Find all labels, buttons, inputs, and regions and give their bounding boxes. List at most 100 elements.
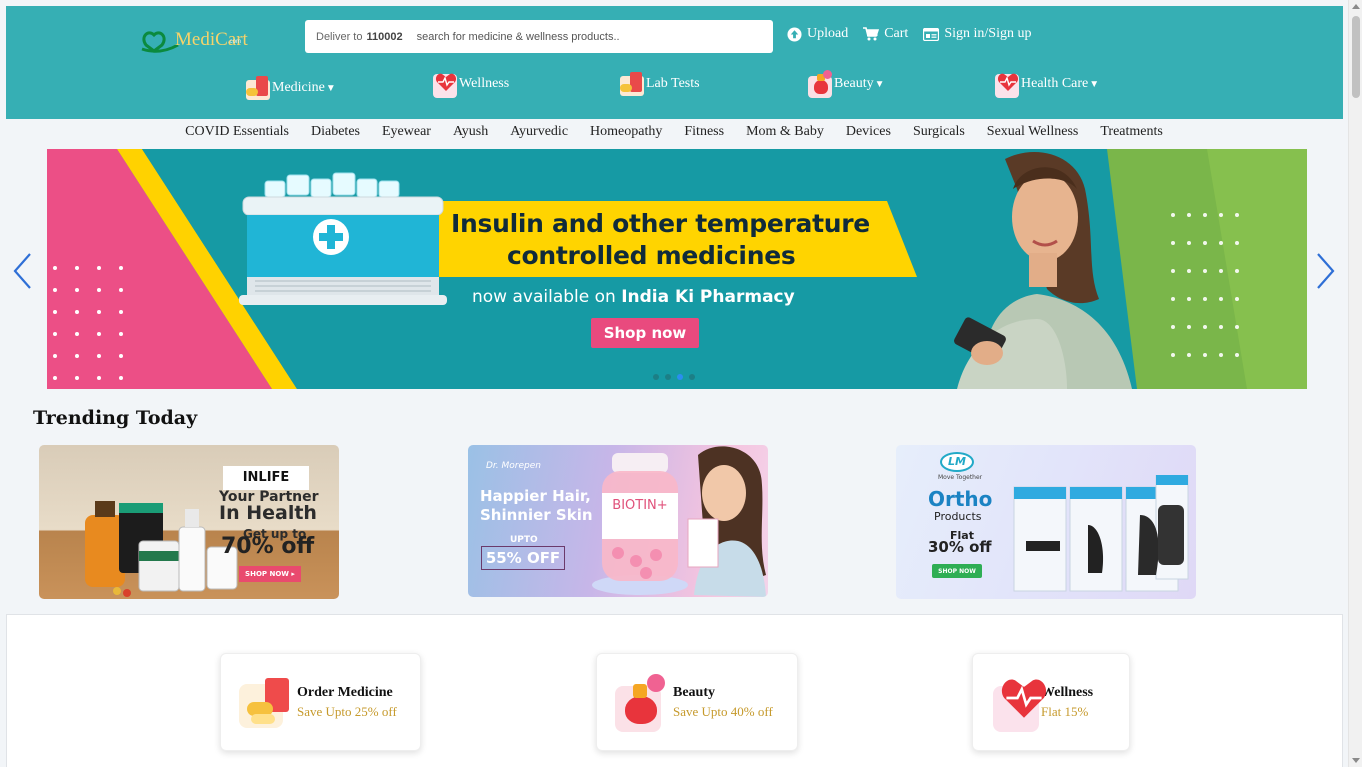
category-label: Lab Tests	[646, 76, 700, 91]
scroll-up-icon[interactable]	[1352, 4, 1360, 9]
trending-card-inlife[interactable]: INLIFE Your Partner In Health Get up to …	[39, 445, 339, 599]
chevron-down-icon: ▼	[325, 83, 336, 94]
category-wellness[interactable]: Wellness	[431, 70, 509, 98]
trending-card-biotin[interactable]: Dr. Morepen Happier Hair, Shinnier Skin …	[468, 445, 768, 597]
chevron-down-icon: ▼	[874, 79, 885, 90]
inlife-offer: 70% off	[221, 534, 315, 559]
search-input[interactable]: search for medicine & wellness products.…	[417, 31, 620, 43]
inlife-line2: In Health	[219, 502, 317, 524]
id-card-icon	[923, 27, 940, 41]
carousel-indicators	[653, 374, 695, 380]
trending-title: Trending Today	[33, 407, 198, 429]
subnav-item[interactable]: Ayush	[453, 124, 488, 140]
ortho-offer: 30% off	[928, 538, 992, 556]
subnav-item[interactable]: Treatments	[1100, 124, 1162, 140]
subnav-item[interactable]: Devices	[846, 124, 891, 140]
scroll-down-icon[interactable]	[1352, 758, 1360, 763]
banner-sub-brand: India Ki Pharmacy	[621, 287, 795, 307]
offer-card-wellness[interactable]: Wellness Flat 15%	[972, 653, 1130, 751]
category-beauty[interactable]: Beauty ▼	[806, 70, 885, 98]
cart-icon	[863, 27, 880, 41]
category-lab-tests[interactable]: Lab Tests	[618, 70, 700, 98]
offer-title: Order Medicine	[297, 684, 393, 700]
ortho-products-illustration	[1013, 475, 1189, 592]
beauty-icon	[806, 70, 832, 98]
cart-link[interactable]: Cart	[863, 26, 908, 42]
dot-pattern	[1171, 213, 1239, 357]
cooler-box-illustration	[239, 172, 447, 305]
subnav-item[interactable]: Homeopathy	[590, 124, 662, 140]
subnav-item[interactable]: Ayurvedic	[510, 124, 568, 140]
sub-nav: COVID Essentials Diabetes Eyewear Ayush …	[0, 124, 1348, 140]
biotin-line1: Happier Hair,	[480, 487, 591, 505]
ortho-shop-now-button[interactable]: SHOP NOW	[932, 564, 982, 578]
lm-logo: LM	[940, 452, 974, 472]
offer-card-order-medicine[interactable]: Order Medicine Save Upto 25% off	[220, 653, 421, 751]
deliver-label: Deliver to	[316, 30, 363, 43]
carousel-dot[interactable]	[689, 374, 695, 380]
banner-headline-line1: Insulin and other temperature	[451, 209, 870, 238]
offer-text: Beauty Save Upto 40% off	[673, 685, 773, 720]
subnav-item[interactable]: Surgicals	[913, 124, 965, 140]
inlife-shop-now-button[interactable]: SHOP NOW ▸	[239, 566, 301, 582]
heart-icon	[431, 70, 457, 98]
ortho-line2: Products	[934, 510, 982, 523]
medicine-icon	[244, 74, 270, 102]
banner-headline-line2: controlled medicines	[507, 241, 796, 270]
search-bar[interactable]: Deliver to 110002 search for medicine & …	[305, 20, 773, 53]
banner-model-photo	[954, 151, 1132, 389]
category-label: Wellness	[459, 76, 510, 91]
lab-test-icon	[618, 70, 644, 98]
banner-shop-now-button[interactable]: Shop now	[591, 318, 699, 348]
carousel-dot[interactable]	[653, 374, 659, 380]
logo[interactable]: MediCart .com	[140, 23, 270, 55]
category-health-care[interactable]: Health Care ▼	[993, 70, 1099, 98]
category-label: Health Care	[1021, 76, 1089, 91]
subnav-item[interactable]: COVID Essentials	[185, 124, 289, 140]
carousel-prev-arrow-icon[interactable]	[12, 252, 34, 290]
subnav-item[interactable]: Diabetes	[311, 124, 360, 140]
subnav-item[interactable]: Fitness	[684, 124, 724, 140]
biotin-line2: Shinnier Skin	[480, 506, 593, 524]
hero-banner[interactable]: Insulin and other temperature controlled…	[47, 149, 1307, 389]
top-header: MediCart .com Deliver to 110002 search f…	[6, 6, 1343, 119]
scrollbar-thumb[interactable]	[1352, 16, 1360, 98]
ortho-line1: Ortho	[928, 487, 993, 511]
upload-link[interactable]: Upload	[787, 26, 848, 42]
chevron-down-icon: ▼	[1089, 79, 1100, 90]
subnav-item[interactable]: Sexual Wellness	[987, 124, 1079, 140]
inlife-logo: INLIFE	[223, 466, 309, 490]
category-medicine[interactable]: Medicine ▼	[244, 74, 336, 102]
carousel-next-arrow-icon[interactable]	[1314, 252, 1336, 290]
offer-card-beauty[interactable]: Beauty Save Upto 40% off	[596, 653, 798, 751]
carousel-dot-active[interactable]	[677, 374, 683, 380]
pincode[interactable]: 110002	[366, 31, 402, 43]
logo-suffix: .com	[228, 39, 242, 45]
biotin-jar-illustration	[592, 453, 688, 595]
offers-panel: Order Medicine Save Upto 25% off Beauty …	[6, 614, 1343, 767]
lm-tagline: Move Together	[938, 474, 983, 481]
upload-label: Upload	[807, 26, 849, 41]
logo-heart-icon	[141, 31, 179, 53]
offer-title: Beauty	[673, 684, 715, 700]
signin-link[interactable]: Sign in/Sign up	[923, 26, 1031, 42]
cart-label: Cart	[884, 26, 909, 41]
subnav-item[interactable]: Eyewear	[382, 124, 431, 140]
banner-subheadline: now available on India Ki Pharmacy	[472, 287, 795, 307]
offer-text: Order Medicine Save Upto 25% off	[297, 685, 397, 720]
biotin-offer: 55% OFF	[481, 546, 565, 570]
banner-sub-prefix: now available on	[472, 287, 622, 307]
subnav-item[interactable]: Mom & Baby	[746, 124, 824, 140]
header-links: Upload Cart Sign in/Sign up	[787, 26, 1031, 42]
medicine-icon	[237, 672, 297, 732]
category-nav: Medicine ▼ Wellness Lab Tests Beauty ▼ H…	[6, 68, 1343, 108]
offer-subtitle: Save Upto 40% off	[673, 703, 773, 719]
category-label: Beauty	[834, 76, 874, 91]
page-scrollbar[interactable]	[1348, 0, 1362, 767]
carousel-dot[interactable]	[665, 374, 671, 380]
trending-card-ortho[interactable]: LM Move Together Ortho Products Flat 30%…	[896, 445, 1196, 599]
signin-label: Sign in/Sign up	[944, 26, 1032, 41]
biotin-product-label: BIOTIN+	[612, 498, 668, 513]
category-label: Medicine	[272, 80, 325, 95]
dot-pattern	[53, 266, 123, 380]
